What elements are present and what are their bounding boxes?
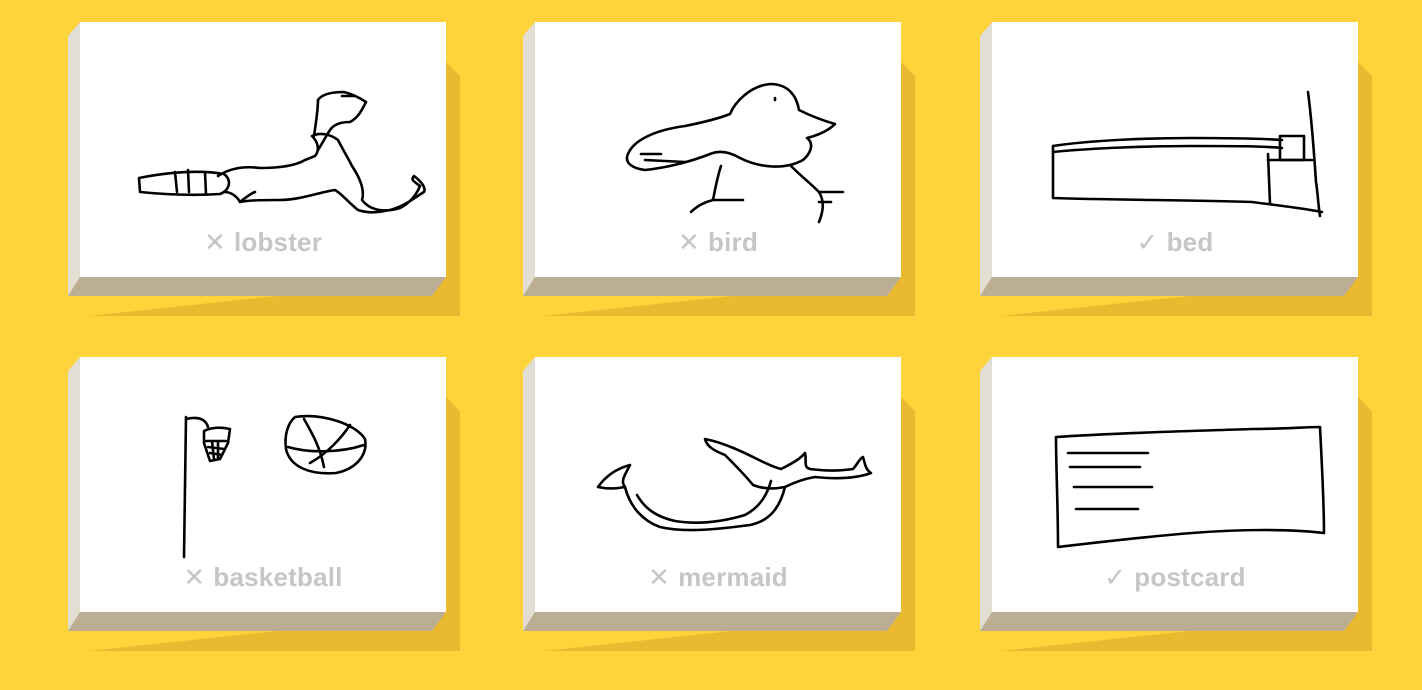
correct-mark-icon: ✓ bbox=[1104, 562, 1127, 592]
wrong-mark-icon: ✕ bbox=[183, 562, 206, 592]
wrong-mark-icon: ✕ bbox=[678, 227, 701, 257]
result-label: ✕ basketball bbox=[80, 562, 446, 593]
result-card-mermaid[interactable]: ✕ mermaid bbox=[523, 357, 915, 653]
result-card-postcard[interactable]: ✓ postcard bbox=[980, 357, 1372, 653]
wrong-mark-icon: ✕ bbox=[203, 227, 226, 257]
result-label: ✕ mermaid bbox=[535, 562, 901, 593]
result-card-bed[interactable]: ✓ bed bbox=[980, 22, 1372, 318]
result-card-lobster[interactable]: ✕ lobster bbox=[68, 22, 460, 318]
result-word: bed bbox=[1166, 227, 1214, 257]
result-label: ✓ postcard bbox=[992, 562, 1358, 593]
result-word: postcard bbox=[1134, 562, 1246, 592]
correct-mark-icon: ✓ bbox=[1136, 227, 1159, 257]
result-word: lobster bbox=[233, 227, 323, 257]
results-board: ✕ lobster ✕ bird ✓ bed ✕ basketball ✕ me… bbox=[0, 0, 1422, 690]
result-card-basketball[interactable]: ✕ basketball bbox=[68, 357, 460, 653]
result-word: mermaid bbox=[678, 562, 788, 592]
wrong-mark-icon: ✕ bbox=[648, 562, 671, 592]
result-label: ✕ bird bbox=[535, 227, 901, 258]
result-label: ✓ bed bbox=[992, 227, 1358, 258]
result-label: ✕ lobster bbox=[80, 227, 446, 258]
result-word: bird bbox=[708, 227, 758, 257]
result-card-bird[interactable]: ✕ bird bbox=[523, 22, 915, 318]
result-word: basketball bbox=[213, 562, 343, 592]
